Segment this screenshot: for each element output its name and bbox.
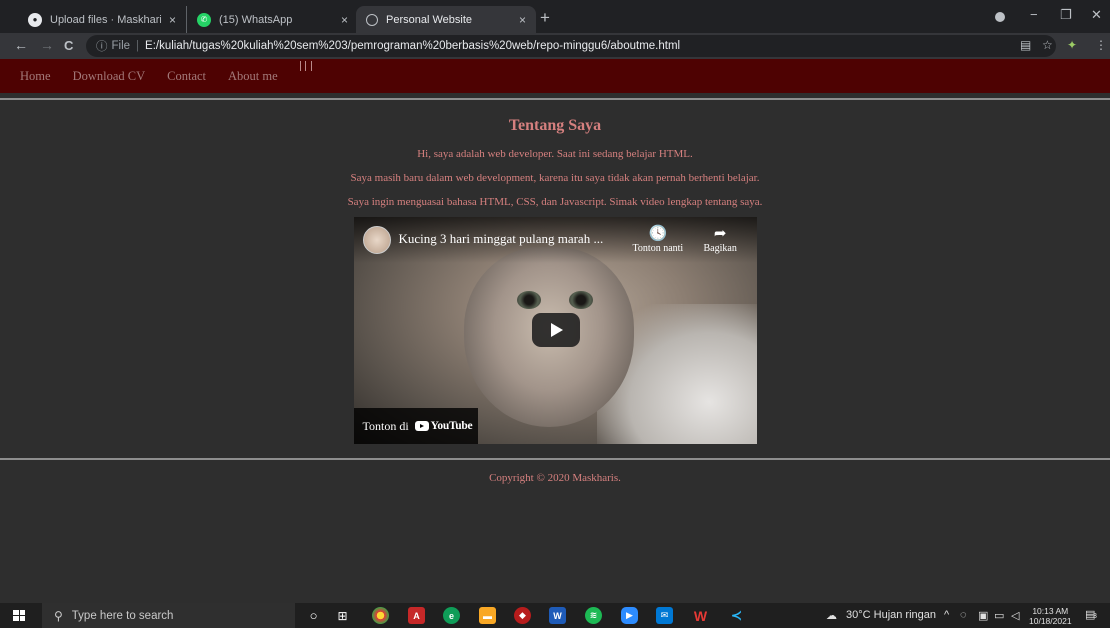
browser-toolbar: ← → C ⓘ File | E:/kuliah/tugas%20kuliah%… xyxy=(0,33,1110,59)
zoom-icon[interactable]: ▶ xyxy=(621,607,638,624)
watch-later-label: Tonton nanti xyxy=(632,243,684,254)
nav-about-me[interactable]: About me xyxy=(228,69,278,84)
menu-toggle-icon[interactable] xyxy=(299,61,312,73)
browser-tab-bar: ● Upload files · Maskharis/pemrog × ✆ (1… xyxy=(0,0,1110,33)
goal-paragraph: Saya ingin menguasai bahasa HTML, CSS, d… xyxy=(347,196,763,208)
access-icon[interactable]: A xyxy=(408,607,425,624)
nav-contact[interactable]: Contact xyxy=(167,69,206,84)
web-page: Home Download CV Contact About me Tentan… xyxy=(0,59,1110,603)
restore-button[interactable]: ❐ xyxy=(1060,7,1072,23)
address-bar[interactable]: ⓘ File | E:/kuliah/tugas%20kuliah%20sem%… xyxy=(86,35,1056,57)
cortana-icon[interactable]: ○ xyxy=(305,607,322,624)
menu-kebab-icon[interactable]: ⋮ xyxy=(1095,38,1107,52)
chrome-icon[interactable] xyxy=(372,607,389,624)
clock-date: 10/18/2021 xyxy=(1029,616,1072,626)
header-divider xyxy=(0,93,1110,100)
mail-icon[interactable]: ✉ xyxy=(656,607,673,624)
back-button[interactable]: ← xyxy=(14,37,28,53)
system-clock[interactable]: 10:13 AM 10/18/2021 xyxy=(1029,606,1072,626)
vscode-icon[interactable]: ≺ xyxy=(728,607,745,624)
forward-button[interactable]: → xyxy=(40,37,54,53)
url-text[interactable]: E:/kuliah/tugas%20kuliah%20sem%203/pemro… xyxy=(145,40,680,52)
share-label: Bagikan xyxy=(703,243,737,254)
channel-avatar[interactable] xyxy=(362,226,391,254)
extension-icon[interactable]: ✦ xyxy=(1067,38,1077,52)
search-icon: ⚲ xyxy=(54,608,63,623)
edge-icon[interactable]: e xyxy=(443,607,460,624)
translate-icon[interactable]: ▤ xyxy=(1020,38,1031,52)
globe-icon xyxy=(366,13,378,26)
volume-icon[interactable]: ◁ xyxy=(1011,609,1019,622)
site-footer: Copyright © 2020 Maskharis. xyxy=(489,472,621,484)
app-icon[interactable]: ◆ xyxy=(514,607,531,624)
page-title: Tentang Saya xyxy=(508,117,602,134)
cat-eye-left xyxy=(516,291,541,309)
file-explorer-icon[interactable]: ▬ xyxy=(479,607,496,624)
watch-on-label: Tonton di xyxy=(362,418,409,433)
task-view-icon[interactable]: ⊞ xyxy=(334,607,351,624)
notification-center-icon[interactable]: ▤ 3 xyxy=(1085,608,1099,622)
network-icon[interactable]: ◌ xyxy=(960,609,967,621)
notification-count: 3 xyxy=(1093,613,1097,620)
tab-whatsapp[interactable]: ✆ (15) WhatsApp × xyxy=(186,6,358,33)
weather-text[interactable]: 30°C Hujan ringan xyxy=(846,609,936,621)
new-tab-button[interactable]: + xyxy=(540,8,550,28)
scheme-label: File xyxy=(111,40,131,52)
whatsapp-icon: ✆ xyxy=(197,12,211,27)
tab-close-icon[interactable]: × xyxy=(341,13,348,27)
watch-later-button[interactable]: 🕓 Tonton nanti xyxy=(633,225,684,254)
tab-title: Personal Website xyxy=(386,13,473,26)
tab-title: (15) WhatsApp xyxy=(219,13,293,26)
weather-icon[interactable]: ☁ xyxy=(826,609,837,622)
nav-download-cv[interactable]: Download CV xyxy=(73,69,146,84)
tab-title: Upload files · Maskharis/pemrog xyxy=(50,13,161,26)
search-placeholder: Type here to search xyxy=(71,609,174,622)
windows-start-icon[interactable] xyxy=(13,610,25,621)
bookmark-star-icon[interactable]: ☆ xyxy=(1042,38,1053,52)
spotify-icon[interactable]: ≋ xyxy=(585,607,602,624)
profile-icon[interactable] xyxy=(995,12,1005,22)
share-arrow-icon: ➦ xyxy=(713,226,727,242)
tab-github-upload[interactable]: ● Upload files · Maskharis/pemrog × xyxy=(18,6,186,33)
youtube-embed[interactable]: Kucing 3 hari minggat pulang marah ... 🕓… xyxy=(353,217,757,444)
youtube-logo: YouTube xyxy=(414,420,473,432)
tray-chevron-icon[interactable]: ^ xyxy=(944,609,949,621)
word-icon[interactable]: W xyxy=(549,607,566,624)
tab-close-icon[interactable]: × xyxy=(169,13,176,27)
reload-button[interactable]: C xyxy=(64,38,73,53)
footer-divider xyxy=(0,458,1110,460)
about-section: Tentang Saya Hi, saya adalah web develop… xyxy=(0,117,1110,444)
nav-home[interactable]: Home xyxy=(20,69,51,84)
share-button[interactable]: ➦ Bagikan xyxy=(704,225,737,254)
learning-paragraph: Saya masih baru dalam web development, k… xyxy=(350,172,760,184)
tab-personal-website[interactable]: Personal Website × xyxy=(356,6,536,33)
omnibox-separator: | xyxy=(136,40,140,52)
play-button[interactable] xyxy=(531,313,580,347)
meet-now-icon[interactable]: ▣ xyxy=(978,609,988,622)
youtube-wordmark: YouTube xyxy=(430,420,473,432)
info-icon[interactable]: ⓘ xyxy=(96,38,108,54)
wps-office-icon[interactable]: W xyxy=(692,607,709,624)
minimize-button[interactable]: − xyxy=(1030,7,1038,22)
battery-icon[interactable]: ▭ xyxy=(994,609,1004,622)
youtube-play-icon xyxy=(414,421,429,431)
taskbar-search-box[interactable]: ⚲ Type here to search xyxy=(42,603,295,628)
intro-paragraph: Hi, saya adalah web developer. Saat ini … xyxy=(417,148,693,160)
close-window-button[interactable]: ✕ xyxy=(1091,7,1102,23)
play-icon xyxy=(551,323,563,337)
cat-eye-right xyxy=(568,291,593,309)
site-navbar: Home Download CV Contact About me xyxy=(0,59,1110,93)
github-icon: ● xyxy=(28,12,42,27)
clock-time: 10:13 AM xyxy=(1032,606,1069,616)
windows-taskbar: ⚲ Type here to search ○ ⊞ A e ▬ ◆ W ≋ ▶ … xyxy=(0,603,1110,628)
video-title[interactable]: Kucing 3 hari minggat pulang marah ... xyxy=(399,231,604,247)
tab-close-icon[interactable]: × xyxy=(519,13,526,27)
clock-icon: 🕓 xyxy=(648,226,668,242)
watch-on-youtube-button[interactable]: Tonton di YouTube xyxy=(353,408,478,444)
